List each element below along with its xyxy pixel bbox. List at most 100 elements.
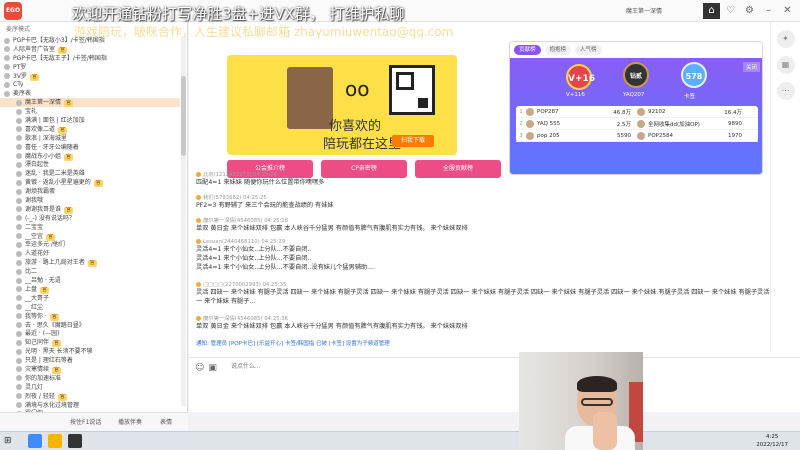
leaderboard-card: 贡献榜 抱抱榜 人气榜 关闭 V+16 钻贰 578 V+116 YAQ207 … <box>509 41 763 175</box>
member-name: 谢烦我霸蛋 <box>25 188 56 196</box>
user-badge-icon <box>196 172 201 177</box>
sidebar-member-row[interactable]: 你的加速标准 <box>0 374 180 383</box>
browser-icon[interactable] <box>28 434 42 448</box>
sidebar-member-row[interactable]: 谢我哦 <box>0 196 180 205</box>
avatar-icon <box>4 55 10 62</box>
sidebar-member-row[interactable]: 灵几灯 <box>0 383 180 392</box>
tab-popularity[interactable]: 人气榜 <box>575 45 602 55</box>
sidebar-member-row[interactable]: 魔王第一深情官 <box>0 98 180 108</box>
gift-icon[interactable]: ✦ <box>776 30 795 48</box>
leaderboard-row[interactable]: 3 pop 205 5590 POP2584 1970 <box>516 130 758 142</box>
sidebar-member-row[interactable]: 知己同伴官 <box>0 338 180 348</box>
sidebar-member-row[interactable]: 我等你 · 官 <box>0 312 180 321</box>
heart-icon[interactable]: ♡ <box>722 3 739 19</box>
sidebar-member-row[interactable]: __红尘 <box>0 303 180 312</box>
promo-banner[interactable]: oo 你喜欢的 陪玩都在这里 扫我下载 <box>227 55 457 155</box>
emoji-icon[interactable]: ☺ <box>195 363 204 373</box>
sidebar-member-row[interactable]: 魔战东小小姐官 <box>0 152 180 161</box>
sidebar-member-row[interactable]: 3V罗官 <box>0 72 180 81</box>
folder-icon[interactable] <box>48 434 62 448</box>
sidebar-member-row[interactable]: 歌浪 | 深海城里 <box>0 134 180 143</box>
tab-hug[interactable]: 抱抱榜 <box>544 45 572 55</box>
more-icon[interactable]: ⋯ <box>776 82 795 100</box>
user-badge-icon <box>196 239 201 244</box>
chat-input[interactable] <box>231 361 431 373</box>
sidebar-member-row[interactable]: 二宝宝 <box>0 223 180 232</box>
sidebar-member-row[interactable]: 去 · 思久《魔踏日昼》 <box>0 321 180 330</box>
sidebar-member-row[interactable]: (-_-) 没有说话吗？ <box>0 214 180 223</box>
sidebar-member-row[interactable]: 烈夜 / 轻轻官 <box>0 392 180 401</box>
minimize-icon[interactable]: – <box>760 3 777 19</box>
image-icon[interactable]: ▣ <box>208 363 217 373</box>
sidebar-member-row[interactable]: 黄镀 · 返乱小星星遍更的官 <box>0 178 180 188</box>
push-to-talk-button[interactable]: 按住F1说话 <box>70 417 101 426</box>
sidebar-member-row[interactable]: __空宜官 <box>0 232 180 241</box>
leaderboard-row[interactable]: 2 YAQ 555 2.5万 全网收集dd(加油OP) 9890 <box>516 118 758 130</box>
sidebar-member-row[interactable]: 谢烦我霸蛋 <box>0 187 180 196</box>
emoji-button[interactable]: 表情 <box>160 417 172 426</box>
room-owner-label[interactable]: 魔王第一深情 <box>626 6 662 15</box>
sidebar-member-row[interactable]: 漂白起性 <box>0 160 180 169</box>
member-name: 谢我哦 <box>25 197 44 205</box>
leaderboard-body: 关闭 V+16 钻贰 578 V+116 YAQ207 卡签 1 POP287 46… <box>510 58 762 174</box>
home-icon[interactable]: ⌂ <box>703 3 720 19</box>
member-name: 上盘 <box>25 285 38 293</box>
sidebar-member-row[interactable]: __大哥子 <box>0 294 180 303</box>
overlay-caption-2: 游戏陪玩，啵咪合作，人生建议私聊邮箱 zhayumiuwentao@qq.com <box>74 25 454 39</box>
app-taskbar-icon[interactable] <box>68 434 82 448</box>
avatar-icon <box>16 402 22 409</box>
sidebar-member-row[interactable]: PGP卡巴【无敌王子】/卡签/韩国指 <box>0 54 180 63</box>
sidebar-member-row[interactable]: 光明 · 黑天 长须不要不够 <box>0 347 180 356</box>
leaderboard-row[interactable]: 1 POP287 46.8万 92102 16.4万 <box>516 106 758 118</box>
sidebar-member-row[interactable]: 最近 · (—园) <box>0 329 180 338</box>
member-name: 黄镀 · 返乱小星星遍更的 <box>25 179 91 187</box>
sidebar-member-row[interactable]: 喜任 · 牙牙公编随着 <box>0 143 180 152</box>
sidebar-member-row[interactable]: 宝礼 <box>0 107 180 116</box>
start-icon[interactable]: ⊞ <box>4 434 18 449</box>
member-name: 只是 | 理红石等着 <box>25 357 73 365</box>
member-name: 旅游 · 路上几局对王者 <box>25 259 85 267</box>
sidebar-member-row[interactable]: 人道花好 <box>0 249 180 258</box>
scrollbar-thumb[interactable] <box>181 76 186 156</box>
sidebar-member-row[interactable]: 谢谢我哥是谁官 <box>0 205 180 214</box>
sidebar-member-row[interactable]: __吕勉 · 无语 <box>0 276 180 285</box>
sidebar-member-row[interactable]: 满境与水化过境管理 <box>0 401 180 410</box>
rank-value: 46.8万 <box>613 109 631 116</box>
sidebar-scrollbar[interactable] <box>181 36 186 406</box>
avatar-icon <box>4 46 10 53</box>
sidebar-member-row[interactable]: 只是 | 理红石等着 <box>0 356 180 365</box>
rank-value: 16.4万 <box>724 109 742 116</box>
avatar <box>526 107 534 116</box>
sidebar-member-row[interactable]: 灾寒情续官 <box>0 365 180 374</box>
tab-contribution[interactable]: 贡献榜 <box>514 45 541 55</box>
rank-medal-3: 578 <box>681 62 707 88</box>
clock-date: 2022/12/17 <box>756 442 788 448</box>
sidebar-member-row[interactable]: 迷乱 · 我是二米是英雄 <box>0 169 180 178</box>
avatar <box>637 107 645 116</box>
sidebar-member-row[interactable]: PT罗 <box>0 63 180 72</box>
sidebar-member-row[interactable]: 人际声音广告室官 <box>0 45 180 54</box>
system-clock[interactable]: 4:25 2022/12/17 <box>756 433 788 449</box>
app-icon[interactable]: ▦ <box>776 56 795 74</box>
gear-icon[interactable]: ⚙ <box>741 3 758 19</box>
sidebar-member-row[interactable]: CTy <box>0 80 180 89</box>
member-name: 灾寒情续 <box>25 365 50 373</box>
scan-download-button[interactable]: 扫我下载 <box>392 135 434 147</box>
chat-message: 我们(5793682) 04:25:25 PF2=3 有野辅了 来三个会玩的能查… <box>196 193 792 210</box>
close-icon[interactable]: ✕ <box>779 3 796 19</box>
sidebar-member-row[interactable]: 比二 <box>0 267 180 276</box>
chat-body: 匹配4=1 来妹妹 随便你玩什么位置带你嘿嘿多 <box>196 179 325 186</box>
avatar-icon <box>16 161 22 168</box>
sidebar-member-row[interactable]: 喜欢像二道官 <box>0 125 180 134</box>
sidebar-member-row[interactable]: 旅游 · 路上几局对王者官 <box>0 258 180 268</box>
rank-medal-2: 钻贰 <box>623 62 649 88</box>
sidebar-member-row[interactable]: 满满 | 面包 | 红达加加 <box>0 116 180 125</box>
leaderboard-close-button[interactable]: 关闭 <box>742 62 760 72</box>
rank-number: 3 <box>519 132 523 139</box>
sidebar-member-row[interactable]: 麦序表 <box>0 89 180 98</box>
member-name: PT罗 <box>13 63 27 71</box>
play-accompaniment-button[interactable]: 播放伴奏 <box>118 417 142 426</box>
sidebar-member-row[interactable]: 幸运多元 /他们 <box>0 240 180 249</box>
member-name: 灵几灯 <box>25 383 44 391</box>
sidebar-member-row[interactable]: 上盘官 <box>0 285 180 294</box>
